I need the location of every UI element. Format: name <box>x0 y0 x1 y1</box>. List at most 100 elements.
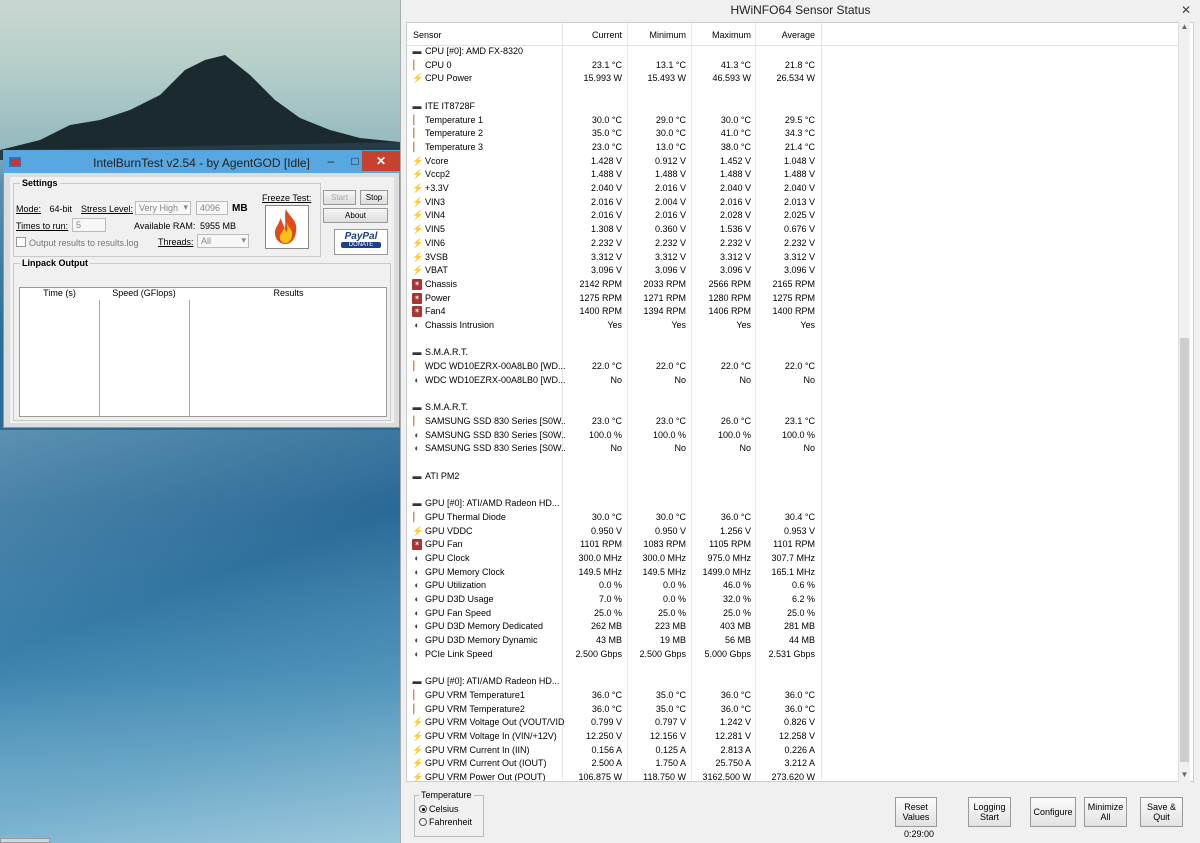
chip-icon: ▬ <box>412 100 422 111</box>
sensor-row[interactable]: ⚡ Vccp2 1.488 V 1.488 V 1.488 V 1.488 V <box>407 168 1183 182</box>
sensor-row[interactable]: ⚡ GPU VRM Power Out (POUT) 106.875 W 118.75… <box>407 771 1183 781</box>
configure-label: Configure <box>1033 807 1073 817</box>
header-sensor[interactable]: Sensor <box>413 30 442 40</box>
sensor-row[interactable] <box>407 333 1183 347</box>
sensor-group-row[interactable]: ▬ S.M.A.R.T. <box>407 346 1183 360</box>
sensor-group-row[interactable]: ▬ CPU [#0]: AMD FX-8320 <box>407 45 1183 59</box>
sensor-row[interactable]: ◐ GPU D3D Memory Dedicated 262 MB 223 MB 403… <box>407 620 1183 634</box>
average-value: 29.5 °C <box>784 114 815 125</box>
sensor-row[interactable] <box>407 662 1183 676</box>
sensor-name: GPU D3D Memory Dedicated <box>425 621 544 632</box>
threads-select[interactable]: All <box>197 234 249 248</box>
sensor-table[interactable]: Sensor Current Minimum Maximum Average ▬… <box>406 22 1194 782</box>
sensor-row[interactable]: ▏ SAMSUNG SSD 830 Series [S0W... 23.0 °C 23… <box>407 415 1183 429</box>
sensor-row[interactable]: ◐ PCIe Link Speed 2.500 Gbps 2.500 Gbps 5.00… <box>407 648 1183 662</box>
sensor-row[interactable]: ◐ GPU Utilization 0.0 % 0.0 % 46.0 % 0.6 % <box>407 579 1183 593</box>
sensor-row[interactable]: ⚡ CPU Power 15.993 W 15.493 W 46.593 W 26.534… <box>407 72 1183 86</box>
sensor-row[interactable]: ⚡ VBAT 3.096 V 3.096 V 3.096 V 3.096 V <box>407 264 1183 278</box>
sensor-row[interactable] <box>407 456 1183 470</box>
sensor-row[interactable]: ⚡ VIN3 2.016 V 2.004 V 2.016 V 2.013 V <box>407 196 1183 210</box>
donate-label: DONATE <box>341 242 381 248</box>
sensor-name: ATI PM2 <box>425 470 460 481</box>
log-checkbox-row[interactable]: Output results to results.log <box>16 237 139 248</box>
sensor-row[interactable]: ◐ GPU D3D Usage 7.0 % 0.0 % 32.0 % 6.2 % <box>407 593 1183 607</box>
configure-button[interactable]: Configure <box>1030 797 1076 827</box>
close-button[interactable]: ✕ <box>362 151 400 171</box>
vertical-scrollbar[interactable]: ▲ ▼ <box>1178 22 1190 782</box>
scroll-thumb[interactable] <box>1180 338 1189 762</box>
sensor-row[interactable]: ✶ Power 1275 RPM 1271 RPM 1280 RPM 1275 RPM <box>407 292 1183 306</box>
linpack-output-table[interactable]: Time (s) Speed (GFlops) Results <box>19 287 387 417</box>
scroll-up-icon[interactable]: ▲ <box>1179 22 1190 34</box>
sensor-row[interactable]: ▏ GPU VRM Temperature1 36.0 °C 35.0 °C 36.0 … <box>407 689 1183 703</box>
sensor-row[interactable] <box>407 483 1183 497</box>
memory-size-input[interactable]: 4096 <box>196 201 228 215</box>
times-to-run-input[interactable]: 5 <box>72 218 106 232</box>
celsius-radio[interactable]: Celsius <box>419 804 459 814</box>
minimize-all-button[interactable]: Minimize All <box>1084 797 1127 827</box>
sensor-row[interactable]: ✶ GPU Fan 1101 RPM 1083 RPM 1105 RPM 1101 RPM <box>407 538 1183 552</box>
stress-level-select[interactable]: Very High <box>135 201 191 215</box>
sensor-row[interactable]: ⚡ VIN5 1.308 V 0.360 V 1.536 V 0.676 V <box>407 223 1183 237</box>
sensor-row[interactable]: ▏ Temperature 3 23.0 °C 13.0 °C 38.0 °C 21.4 … <box>407 141 1183 155</box>
sensor-name: GPU VDDC <box>425 525 473 536</box>
sensor-row[interactable]: ▏ Temperature 1 30.0 °C 29.0 °C 30.0 °C 29.5 … <box>407 114 1183 128</box>
average-value: Yes <box>800 320 815 330</box>
reset-values-button[interactable]: Reset Values <box>895 797 937 827</box>
sensor-row[interactable]: ⚡ GPU VRM Voltage In (VIN/+12V) 12.250 V 12… <box>407 730 1183 744</box>
minimize-button[interactable]: – <box>318 151 344 171</box>
sensor-row[interactable]: ▏ GPU Thermal Diode 30.0 °C 30.0 °C 36.0 °C 3… <box>407 511 1183 525</box>
fahrenheit-radio[interactable]: Fahrenheit <box>419 817 472 827</box>
close-button[interactable]: ✕ <box>1178 2 1194 18</box>
sensor-row[interactable]: ✶ Fan4 1400 RPM 1394 RPM 1406 RPM 1400 RPM <box>407 305 1183 319</box>
about-button[interactable]: About <box>323 208 388 223</box>
sensor-row[interactable] <box>407 86 1183 100</box>
header-current[interactable]: Current <box>565 30 622 40</box>
sensor-row[interactable] <box>407 388 1183 402</box>
sensor-group-row[interactable]: ▬ S.M.A.R.T. <box>407 401 1183 415</box>
sensor-row[interactable]: ⚡ VIN4 2.016 V 2.016 V 2.028 V 2.025 V <box>407 209 1183 223</box>
start-button[interactable]: Start <box>323 190 356 205</box>
ibt-titlebar[interactable]: IntelBurnTest v2.54 - by AgentGOD [Idle]… <box>4 151 400 173</box>
header-maximum[interactable]: Maximum <box>694 30 751 40</box>
sensor-row[interactable]: ⚡ Vcore 1.428 V 0.912 V 1.452 V 1.048 V <box>407 155 1183 169</box>
sensor-group-row[interactable]: ▬ GPU [#0]: ATI/AMD Radeon HD... <box>407 675 1183 689</box>
log-checkbox[interactable] <box>16 237 26 247</box>
sensor-row[interactable]: ⚡ GPU VDDC 0.950 V 0.950 V 1.256 V 0.953 V <box>407 525 1183 539</box>
sensor-row[interactable]: ◐ SAMSUNG SSD 830 Series [S0W... No No No No <box>407 442 1183 456</box>
sensor-row[interactable]: ▏ GPU VRM Temperature2 36.0 °C 35.0 °C 36.0 … <box>407 703 1183 717</box>
sensor-row[interactable]: ◐ Chassis Intrusion Yes Yes Yes Yes <box>407 319 1183 333</box>
sensor-row[interactable]: ◐ GPU Clock 300.0 MHz 300.0 MHz 975.0 MHz 307… <box>407 552 1183 566</box>
sensor-group-row[interactable]: ▬ ATI PM2 <box>407 470 1183 484</box>
hwinfo-titlebar[interactable]: HWiNFO64 Sensor Status ✕ <box>401 0 1200 20</box>
current-value: No <box>610 374 622 385</box>
sensor-row[interactable]: ◐ SAMSUNG SSD 830 Series [S0W... 100.0 % 10… <box>407 429 1183 443</box>
sensor-row[interactable]: ⚡ GPU VRM Current In (IIN) 0.156 A 0.125 A 2… <box>407 744 1183 758</box>
sensor-group-row[interactable]: ▬ GPU [#0]: ATI/AMD Radeon HD... <box>407 497 1183 511</box>
sensor-row[interactable]: ▏ WDC WD10EZRX-00A8LB0 [WD... 22.0 °C 22.0 … <box>407 360 1183 374</box>
lightning-icon: ⚡ <box>412 224 424 235</box>
sensor-row[interactable]: ◐ GPU D3D Memory Dynamic 43 MB 19 MB 56 MB 44… <box>407 634 1183 648</box>
sensor-row[interactable]: ⚡ VIN6 2.232 V 2.232 V 2.232 V 2.232 V <box>407 237 1183 251</box>
average-value: 21.8 °C <box>784 59 815 70</box>
sensor-row[interactable]: ◐ WDC WD10EZRX-00A8LB0 [WD... No No No No <box>407 374 1183 388</box>
logging-start-button[interactable]: Logging Start <box>968 797 1011 827</box>
thermometer-icon: ▏ <box>413 415 421 426</box>
header-average[interactable]: Average <box>757 30 815 40</box>
sensor-row[interactable]: ▏ Temperature 2 35.0 °C 30.0 °C 41.0 °C 34.3 … <box>407 127 1183 141</box>
stop-button[interactable]: Stop <box>360 190 388 205</box>
header-minimum[interactable]: Minimum <box>629 30 686 40</box>
sensor-group-row[interactable]: ▬ ITE IT8728F <box>407 100 1183 114</box>
save-quit-button[interactable]: Save & Quit <box>1140 797 1183 827</box>
sensor-row[interactable]: ⚡ GPU VRM Voltage Out (VOUT/VID) 0.799 V 0.… <box>407 716 1183 730</box>
sensor-row[interactable]: ◐ GPU Memory Clock 149.5 MHz 149.5 MHz 1499.… <box>407 566 1183 580</box>
sensor-row[interactable]: ◐ GPU Fan Speed 25.0 % 25.0 % 25.0 % 25.0 % <box>407 607 1183 621</box>
sensor-row[interactable]: ⚡ +3.3V 2.040 V 2.016 V 2.040 V 2.040 V <box>407 182 1183 196</box>
sensor-row[interactable]: ⚡ GPU VRM Current Out (IOUT) 2.500 A 1.750 … <box>407 757 1183 771</box>
sensor-row[interactable]: ▏ CPU 0 23.1 °C 13.1 °C 41.3 °C 21.8 °C <box>407 59 1183 73</box>
current-value: No <box>610 443 622 454</box>
scroll-down-icon[interactable]: ▼ <box>1179 770 1190 782</box>
sensor-row[interactable]: ✶ Chassis 2142 RPM 2033 RPM 2566 RPM 2165 RPM <box>407 278 1183 292</box>
sensor-row[interactable]: ⚡ 3VSB 3.312 V 3.312 V 3.312 V 3.312 V <box>407 251 1183 265</box>
paypal-donate-button[interactable]: PayPal DONATE <box>334 229 388 255</box>
